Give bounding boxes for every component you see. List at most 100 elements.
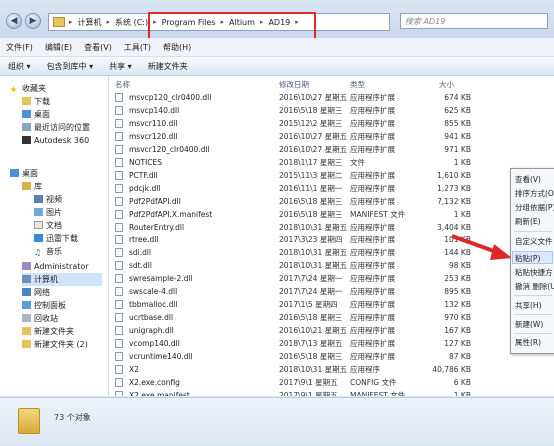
nav-desktop[interactable]: 桌面: [10, 167, 38, 180]
nav-library[interactable]: 库: [22, 180, 42, 193]
file-type: CONFIG 文件: [350, 377, 397, 387]
file-icon: [115, 235, 123, 245]
file-icon: [115, 144, 123, 154]
nav-recycle-bin[interactable]: 回收站: [22, 312, 58, 325]
nav-pictures[interactable]: 图片: [34, 206, 62, 219]
ctx-paste[interactable]: 粘贴(P): [515, 253, 540, 264]
file-date: 2018\10\31 星期五: [279, 222, 348, 232]
file-row[interactable]: Pdf2PdfAPI.dll 2016\5\18 星期三 应用程序扩展 7,132 K…: [109, 195, 554, 208]
file-type: 应用程序扩展: [350, 105, 395, 115]
nav-control-panel[interactable]: 控制面板: [22, 299, 66, 312]
back-button[interactable]: ◀: [6, 13, 22, 29]
menu-file[interactable]: 文件(F): [0, 42, 39, 53]
file-icon: [115, 105, 123, 115]
file-type: MANIFEST 文件: [350, 390, 406, 396]
ctx-paste-shortcut[interactable]: 粘贴快捷方: [515, 267, 553, 278]
nav-recent[interactable]: 最近访问的位置: [22, 121, 90, 134]
ctx-refresh[interactable]: 刷新(E): [515, 216, 541, 227]
file-date: 2016\5\18 星期三: [279, 196, 343, 206]
menu-help[interactable]: 帮助(H): [157, 42, 197, 53]
ctx-separator: [514, 295, 552, 296]
file-name: msvcr120.dll: [129, 131, 178, 141]
menu-view[interactable]: 查看(V): [78, 42, 118, 53]
ctx-sort[interactable]: 排序方式(O): [515, 188, 554, 199]
file-name: X2: [129, 364, 139, 374]
file-row[interactable]: RouterEntry.dll 2018\10\31 星期五 应用程序扩展 3,404…: [109, 221, 554, 234]
file-row[interactable]: swresample-2.dll 2017\7\24 星期一 应用程序扩展 253 K…: [109, 272, 554, 285]
share-button[interactable]: 共享 ▾: [101, 61, 140, 72]
file-row[interactable]: vcomp140.dll 2018\7\13 星期五 应用程序扩展 127 KB: [109, 337, 554, 350]
ctx-separator: [514, 231, 552, 232]
file-size: 3,404 KB: [437, 222, 471, 232]
nav-admin[interactable]: Administrator: [22, 260, 89, 273]
file-date: 2017\7\24 星期一: [279, 287, 343, 297]
include-in-library-button[interactable]: 包含到库中 ▾: [39, 61, 102, 72]
file-date: 2016\10\21 星期五: [279, 326, 348, 336]
file-row[interactable]: NOTICES 2018\1\17 星期三 文件 1 KB: [109, 156, 554, 169]
nav-music[interactable]: ♫ 音乐: [34, 245, 62, 258]
file-row[interactable]: pdcjk.dll 2016\11\1 星期一 应用程序扩展 1,273 KB: [109, 182, 554, 195]
file-size: 1 KB: [453, 390, 471, 396]
organize-button[interactable]: 组织 ▾: [0, 61, 39, 72]
nav-downloads[interactable]: 下载: [22, 95, 50, 108]
file-row[interactable]: X2.exe.manifest 2017\9\1 星期五 MANIFEST 文件 1 …: [109, 389, 554, 396]
nav-new-folder-2[interactable]: 新建文件夹 (2): [22, 338, 88, 351]
file-row[interactable]: ucrtbase.dll 2016\5\18 星期三 应用程序扩展 970 KB: [109, 311, 554, 324]
ctx-customize[interactable]: 自定义文件: [515, 236, 553, 247]
crumb-drive[interactable]: 系统 (C:): [112, 17, 151, 28]
nav-documents[interactable]: 文档: [34, 219, 62, 232]
nav-computer[interactable]: 计算机: [22, 273, 102, 286]
file-date: 2017\7\24 星期一: [279, 274, 343, 284]
column-size[interactable]: 大小: [439, 79, 454, 90]
file-row[interactable]: msvcr120.dll 2016\10\27 星期五 应用程序扩展 941 KB: [109, 130, 554, 143]
forward-button[interactable]: ▶: [25, 13, 41, 29]
nav-videos[interactable]: 视频: [34, 193, 62, 206]
file-name: swscale-4.dll: [129, 287, 178, 297]
file-date: 2017\1\5 星期四: [279, 300, 338, 310]
file-row[interactable]: X2 2018\10\31 星期五 应用程序 40,786 KB: [109, 363, 554, 376]
nav-desktop-fav[interactable]: 桌面: [22, 108, 50, 121]
file-row[interactable]: tbbmalloc.dll 2017\1\5 星期四 应用程序扩展 132 KB: [109, 298, 554, 311]
file-row[interactable]: msvcr120_clr0400.dll 2016\10\27 星期五 应用程序扩展…: [109, 143, 554, 156]
menu-edit[interactable]: 编辑(E): [39, 42, 78, 53]
file-row[interactable]: Pdf2PdfAPI.X.manifest 2016\5\18 星期三 MANIFE…: [109, 208, 554, 221]
nav-network[interactable]: 网络: [22, 286, 50, 299]
column-date[interactable]: 修改日期: [279, 79, 309, 90]
search-input[interactable]: 搜索 AD19: [400, 13, 548, 29]
ctx-new[interactable]: 新建(W): [515, 319, 543, 330]
column-type[interactable]: 类型: [350, 79, 365, 90]
music-icon: ♫: [34, 248, 42, 257]
nav-autodesk[interactable]: Autodesk 360: [22, 134, 89, 147]
file-row[interactable]: X2.exe.config 2017\9\1 星期五 CONFIG 文件 6 KB: [109, 376, 554, 389]
file-row[interactable]: vcruntime140.dll 2016\5\18 星期三 应用程序扩展 87 KB: [109, 350, 554, 363]
file-type: 应用程序: [350, 364, 380, 374]
file-date: 2017\9\1 星期五: [279, 377, 338, 387]
nav-favorites[interactable]: ★ 收藏夹: [10, 82, 46, 95]
ctx-group[interactable]: 分组依据(P): [515, 202, 554, 213]
column-name[interactable]: 名称: [115, 79, 130, 90]
nav-xunlei[interactable]: 迅雷下载: [34, 232, 78, 245]
crumb-computer[interactable]: 计算机: [75, 17, 105, 28]
file-icon: [115, 377, 123, 387]
ctx-properties[interactable]: 属性(R): [515, 337, 541, 348]
file-row[interactable]: msvcp120_clr0400.dll 2016\10\27 星期五 应用程序扩展…: [109, 91, 554, 104]
file-row[interactable]: unigraph.dll 2016\10\21 星期五 应用程序扩展 167 KB: [109, 324, 554, 337]
file-row[interactable]: msvcp140.dll 2016\5\18 星期三 应用程序扩展 625 KB: [109, 104, 554, 117]
file-name: Pdf2PdfAPI.X.manifest: [129, 209, 213, 219]
file-icon: [115, 248, 123, 258]
file-row[interactable]: msvcr110.dll 2015\12\2 星期三 应用程序扩展 855 KB: [109, 117, 554, 130]
file-type: 应用程序扩展: [350, 313, 395, 323]
menu-tools[interactable]: 工具(T): [118, 42, 157, 53]
ctx-undo-delete[interactable]: 撤消 删除(U): [515, 281, 554, 292]
ctx-share[interactable]: 共享(H): [515, 300, 542, 311]
file-name: Pdf2PdfAPI.dll: [129, 196, 181, 206]
ctx-view[interactable]: 查看(V): [515, 174, 541, 185]
file-date: 2015\12\2 星期三: [279, 118, 343, 128]
new-folder-button[interactable]: 新建文件夹: [140, 61, 196, 72]
file-name: RouterEntry.dll: [129, 222, 185, 232]
file-row[interactable]: PCTF.dll 2015\11\3 星期二 应用程序扩展 1,610 KB: [109, 169, 554, 182]
file-row[interactable]: swscale-4.dll 2017\7\24 星期一 应用程序扩展 895 KB: [109, 285, 554, 298]
file-icon: [115, 352, 123, 361]
nav-new-folder[interactable]: 新建文件夹: [22, 325, 74, 338]
file-date: 2016\5\18 星期三: [279, 105, 343, 115]
